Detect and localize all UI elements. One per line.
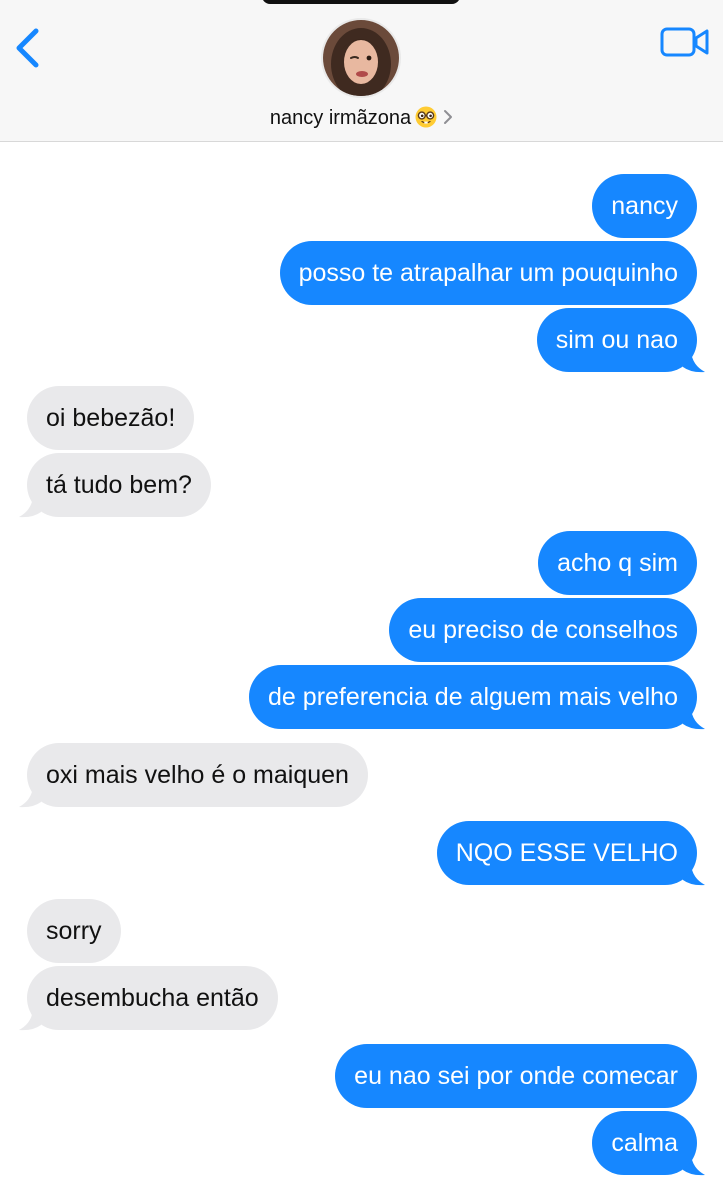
message-row: eu preciso de conselhos: [0, 597, 723, 663]
received-message-bubble[interactable]: sorry: [27, 899, 121, 963]
nerd-face-emoji-icon: [415, 106, 437, 128]
contact-avatar[interactable]: [321, 18, 401, 98]
message-row: nancy: [0, 173, 723, 239]
sent-message-bubble[interactable]: eu preciso de conselhos: [389, 598, 697, 662]
sent-message-bubble[interactable]: NQO ESSE VELHO: [436, 821, 697, 885]
sent-message-bubble[interactable]: calma: [592, 1111, 697, 1175]
conversation-header: nancy irmãzona: [0, 0, 723, 142]
received-message-bubble[interactable]: tá tudo bem?: [27, 453, 211, 517]
contact-name: nancy irmãzona: [269, 107, 412, 129]
chevron-left-icon: [16, 28, 39, 68]
back-button[interactable]: [10, 25, 46, 71]
received-message-bubble[interactable]: desembucha então: [27, 966, 278, 1030]
message-row: sorry: [0, 898, 723, 964]
chevron-right-icon: [444, 110, 453, 124]
message-row: tá tudo bem?: [0, 452, 723, 518]
message-row: desembucha então: [0, 965, 723, 1031]
received-message-bubble[interactable]: oi bebezão!: [27, 386, 195, 450]
message-row: sim ou nao: [0, 307, 723, 373]
dynamic-island: [262, 0, 460, 4]
sent-message-bubble[interactable]: eu nao sei por onde comecar: [335, 1044, 697, 1108]
message-row: oxi mais velho é o maiquen: [0, 742, 723, 808]
contact-avatar-photo: [323, 20, 399, 96]
sent-message-bubble[interactable]: sim ou nao: [536, 308, 697, 372]
video-call-button[interactable]: [660, 26, 710, 58]
sent-message-bubble[interactable]: nancy: [592, 174, 697, 238]
message-row: calma: [0, 1110, 723, 1176]
video-camera-icon: [660, 27, 709, 57]
message-row: eu nao sei por onde comecar: [0, 1043, 723, 1109]
message-row: NQO ESSE VELHO: [0, 820, 723, 886]
sent-message-bubble[interactable]: acho q sim: [538, 531, 697, 595]
message-row: de preferencia de alguem mais velho: [0, 664, 723, 730]
contact-name-button[interactable]: nancy irmãzona: [0, 106, 723, 130]
received-message-bubble[interactable]: oxi mais velho é o maiquen: [27, 743, 368, 807]
message-row: posso te atrapalhar um pouquinho: [0, 240, 723, 306]
message-list[interactable]: nancy posso te atrapalhar um pouquinho sim…: [0, 141, 723, 1200]
sent-message-bubble[interactable]: posso te atrapalhar um pouquinho: [279, 241, 697, 305]
sent-message-bubble[interactable]: de preferencia de alguem mais velho: [249, 665, 697, 729]
message-row: acho q sim: [0, 530, 723, 596]
message-row: oi bebezão!: [0, 385, 723, 451]
